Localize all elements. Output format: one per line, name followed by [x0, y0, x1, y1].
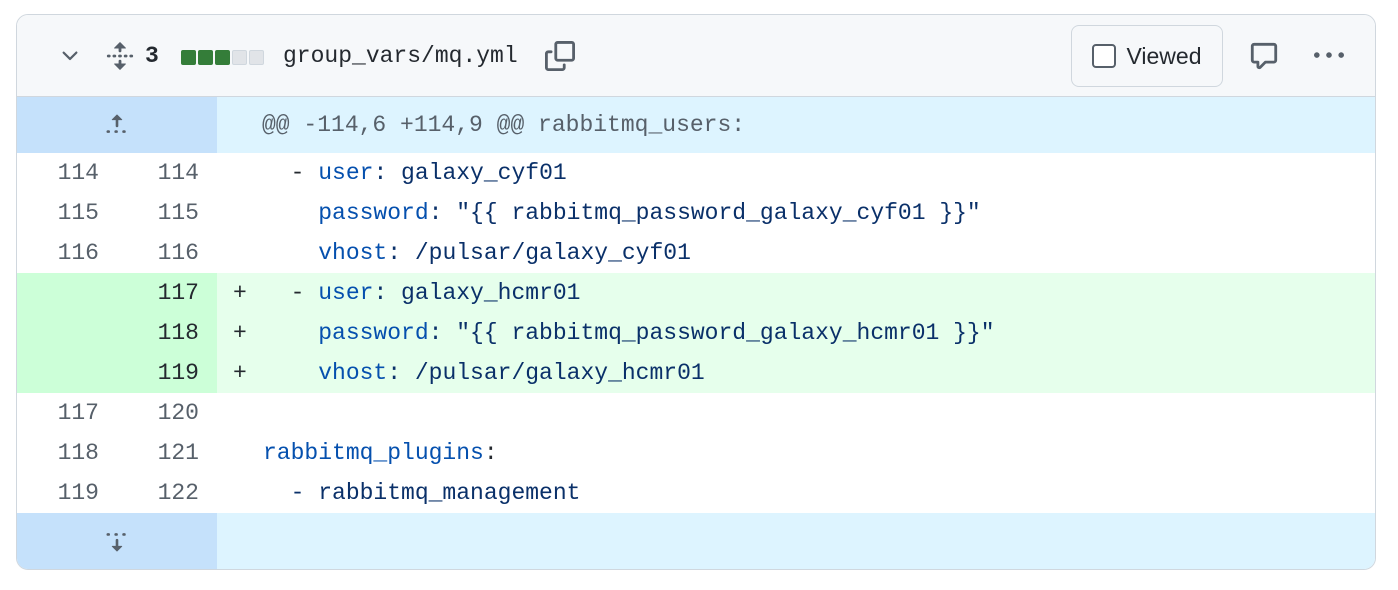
- code-line: - user: galaxy_cyf01: [263, 153, 567, 193]
- code-token: -: [263, 280, 319, 306]
- old-line-number[interactable]: 116: [17, 233, 117, 273]
- file-path[interactable]: group_vars/mq.yml: [283, 41, 518, 71]
- diff-line-context: 115 115 password: "{{ rabbitmq_password_g…: [17, 193, 1375, 233]
- code-token: vhost: [318, 240, 388, 266]
- diff-line-context: 119 122 - rabbitmq_management: [17, 473, 1375, 513]
- diffstat-neutral-block: [232, 49, 247, 65]
- viewed-checkbox[interactable]: [1092, 44, 1117, 68]
- diff-marker: +: [233, 280, 247, 306]
- expand-up-icon[interactable]: [17, 97, 217, 153]
- old-line-number[interactable]: 118: [17, 433, 117, 473]
- code-token: user: [318, 160, 374, 186]
- code-token: :: [483, 440, 498, 466]
- diff-marker: [233, 193, 253, 233]
- code-line: - user: galaxy_hcmr01: [263, 273, 581, 313]
- old-line-number[interactable]: 115: [17, 193, 117, 233]
- new-line-number[interactable]: 114: [117, 153, 217, 193]
- code-token: password: [318, 200, 429, 226]
- new-line-number[interactable]: 120: [117, 393, 217, 433]
- diffstat-neutral-block: [249, 49, 264, 65]
- diff-marker: +: [233, 320, 247, 346]
- old-line-number[interactable]: 119: [17, 473, 117, 513]
- diff-lines: 114 114 - user: galaxy_cyf01 115 115 passwo…: [17, 153, 1375, 513]
- diff-marker: [233, 473, 253, 513]
- new-line-number[interactable]: 117: [117, 273, 217, 313]
- new-line-number[interactable]: 122: [117, 473, 217, 513]
- code-token: - rabbitmq_management: [263, 480, 581, 506]
- hunk-header-row: @@ -114,6 +114,9 @@ rabbitmq_users:: [17, 97, 1375, 153]
- diff-marker: [233, 153, 253, 193]
- diff-line-context: 117 120: [17, 393, 1375, 433]
- new-line-number[interactable]: 121: [117, 433, 217, 473]
- old-line-number[interactable]: [17, 273, 117, 313]
- diffstat-added-block: [215, 49, 230, 65]
- diff-file: 3 group_vars/mq.yml Viewed @@ -114,6 +11…: [16, 14, 1376, 570]
- diff-marker: +: [233, 360, 247, 386]
- new-line-number[interactable]: 118: [117, 313, 217, 353]
- code-line: rabbitmq_plugins:: [263, 433, 498, 473]
- expand-down-icon[interactable]: [17, 513, 217, 569]
- old-line-number[interactable]: [17, 353, 117, 393]
- kebab-horizontal-icon[interactable]: [1309, 39, 1349, 73]
- code-line: password: "{{ rabbitmq_password_galaxy_h…: [263, 313, 995, 353]
- new-line-number[interactable]: 115: [117, 193, 217, 233]
- expand-down-row: [17, 513, 1375, 569]
- new-line-number[interactable]: 119: [117, 353, 217, 393]
- unfold-icon[interactable]: [103, 39, 137, 73]
- old-line-number[interactable]: [17, 313, 117, 353]
- viewed-label: Viewed: [1126, 42, 1202, 69]
- diff-marker: [233, 233, 253, 273]
- diff-line-added: 119 + vhost: /pulsar/galaxy_hcmr01: [17, 353, 1375, 393]
- code-token: rabbitmq_plugins: [263, 440, 484, 466]
- diffstat-added-block: [198, 49, 213, 65]
- hunk-header-text: @@ -114,6 +114,9 @@ rabbitmq_users:: [262, 112, 746, 138]
- code-token: vhost: [318, 360, 388, 386]
- old-line-number[interactable]: 117: [17, 393, 117, 433]
- diff-line-context: 114 114 - user: galaxy_cyf01: [17, 153, 1375, 193]
- code-token: : "{{ rabbitmq_password_galaxy_hcmr01 }}…: [428, 320, 995, 346]
- diffstat: [181, 49, 264, 65]
- copy-icon[interactable]: [543, 39, 577, 73]
- diff-line-added: 117 + - user: galaxy_hcmr01: [17, 273, 1375, 313]
- code-line: - rabbitmq_management: [263, 473, 581, 513]
- code-line: vhost: /pulsar/galaxy_hcmr01: [263, 353, 705, 393]
- code-token: : galaxy_cyf01: [373, 160, 567, 186]
- diff-table: @@ -114,6 +114,9 @@ rabbitmq_users: 114 1…: [17, 97, 1375, 569]
- code-token: -: [263, 160, 319, 186]
- change-count: 3: [145, 43, 159, 69]
- chevron-down-icon[interactable]: [55, 41, 85, 71]
- diff-marker: [233, 433, 253, 473]
- code-token: : galaxy_hcmr01: [373, 280, 581, 306]
- code-token: user: [318, 280, 374, 306]
- code-token: : "{{ rabbitmq_password_galaxy_cyf01 }}": [428, 200, 981, 226]
- old-line-number[interactable]: 114: [17, 153, 117, 193]
- new-line-number[interactable]: 116: [117, 233, 217, 273]
- code-token: password: [318, 320, 429, 346]
- code-line: vhost: /pulsar/galaxy_cyf01: [263, 233, 691, 273]
- diff-line-added: 118 + password: "{{ rabbitmq_password_gal…: [17, 313, 1375, 353]
- viewed-button[interactable]: Viewed: [1071, 25, 1223, 87]
- code-token: : /pulsar/galaxy_cyf01: [387, 240, 691, 266]
- comment-icon[interactable]: [1247, 39, 1281, 73]
- diff-marker: [233, 393, 253, 433]
- diffstat-added-block: [181, 49, 196, 65]
- code-line: password: "{{ rabbitmq_password_galaxy_c…: [263, 193, 981, 233]
- diff-line-context: 118 121 rabbitmq_plugins:: [17, 433, 1375, 473]
- code-token: : /pulsar/galaxy_hcmr01: [387, 360, 705, 386]
- diff-line-context: 116 116 vhost: /pulsar/galaxy_cyf01: [17, 233, 1375, 273]
- file-header: 3 group_vars/mq.yml Viewed: [17, 15, 1375, 97]
